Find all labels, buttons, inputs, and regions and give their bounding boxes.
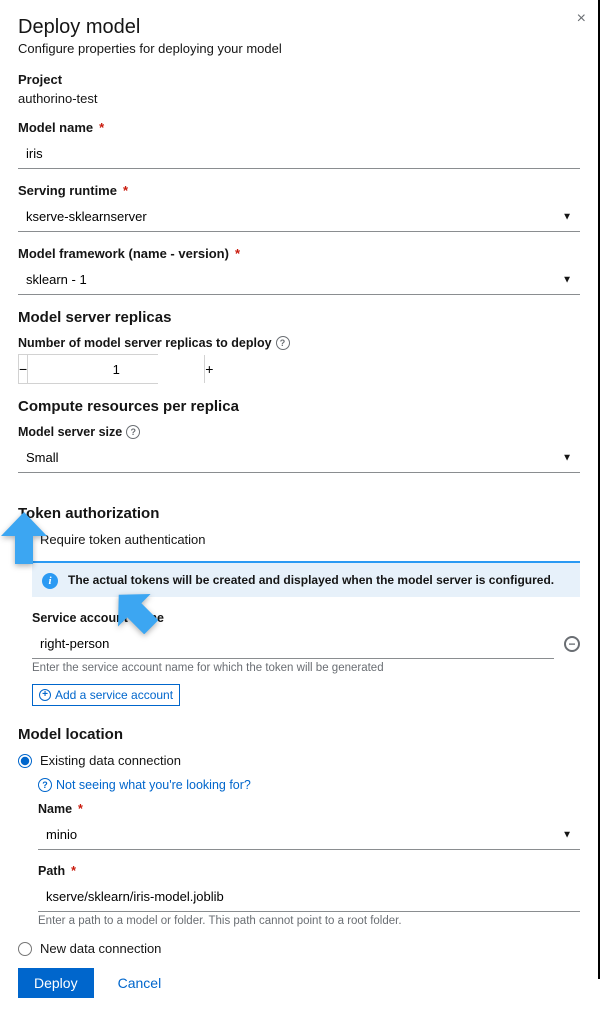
existing-conn-radio-row[interactable]: Existing data connection: [18, 753, 580, 768]
modal-subtitle: Configure properties for deploying your …: [18, 41, 580, 56]
modal-title: Deploy model: [18, 16, 580, 39]
runtime-select[interactable]: [18, 202, 580, 232]
model-name-label: Model name*: [18, 120, 580, 135]
token-checkbox-row[interactable]: Require token authentication: [18, 532, 580, 547]
svc-name-label: Service account name: [32, 611, 580, 625]
help-icon: ?: [38, 778, 52, 792]
close-icon[interactable]: ×: [577, 10, 586, 28]
not-seeing-link[interactable]: ? Not seeing what you're looking for?: [38, 778, 251, 792]
compute-heading: Compute resources per replica: [18, 398, 580, 415]
conn-name-select[interactable]: [38, 820, 580, 850]
runtime-label: Serving runtime*: [18, 183, 580, 198]
replicas-stepper: − +: [18, 354, 158, 384]
replicas-plus-button[interactable]: +: [204, 355, 213, 383]
deploy-button[interactable]: Deploy: [18, 968, 94, 998]
path-input[interactable]: [38, 882, 580, 912]
replicas-minus-button[interactable]: −: [19, 355, 28, 383]
path-helper: Enter a path to a model or folder. This …: [38, 915, 580, 927]
svc-name-input[interactable]: [32, 629, 554, 659]
add-svc-button[interactable]: + Add a service account: [32, 684, 180, 706]
help-icon[interactable]: ?: [126, 425, 140, 439]
new-conn-radio-row[interactable]: New data connection: [18, 941, 580, 956]
path-label: Path*: [38, 864, 580, 878]
new-conn-label: New data connection: [40, 941, 161, 956]
replicas-input[interactable]: [28, 355, 204, 383]
server-size-label: Model server size ?: [18, 425, 580, 439]
project-value: authorino-test: [18, 91, 580, 106]
svc-helper: Enter the service account name for which…: [32, 662, 580, 674]
token-info-box: i The actual tokens will be created and …: [32, 561, 580, 597]
existing-conn-label: Existing data connection: [40, 753, 181, 768]
info-icon: i: [42, 573, 58, 589]
framework-label: Model framework (name - version)*: [18, 246, 580, 261]
project-label: Project: [18, 72, 580, 87]
replicas-heading: Model server replicas: [18, 309, 580, 326]
model-name-input[interactable]: [18, 139, 580, 169]
remove-svc-button[interactable]: −: [564, 636, 580, 652]
framework-select[interactable]: [18, 265, 580, 295]
existing-conn-radio[interactable]: [18, 754, 32, 768]
token-heading: Token authorization: [18, 505, 580, 522]
conn-name-label: Name*: [38, 802, 580, 816]
cancel-button[interactable]: Cancel: [118, 975, 162, 991]
replicas-label: Number of model server replicas to deplo…: [18, 336, 580, 350]
location-heading: Model location: [18, 726, 580, 743]
server-size-select[interactable]: [18, 443, 580, 473]
token-checkbox-label: Require token authentication: [40, 532, 206, 547]
new-conn-radio[interactable]: [18, 942, 32, 956]
help-icon[interactable]: ?: [276, 336, 290, 350]
plus-icon: +: [39, 689, 51, 701]
token-checkbox[interactable]: [18, 533, 32, 547]
